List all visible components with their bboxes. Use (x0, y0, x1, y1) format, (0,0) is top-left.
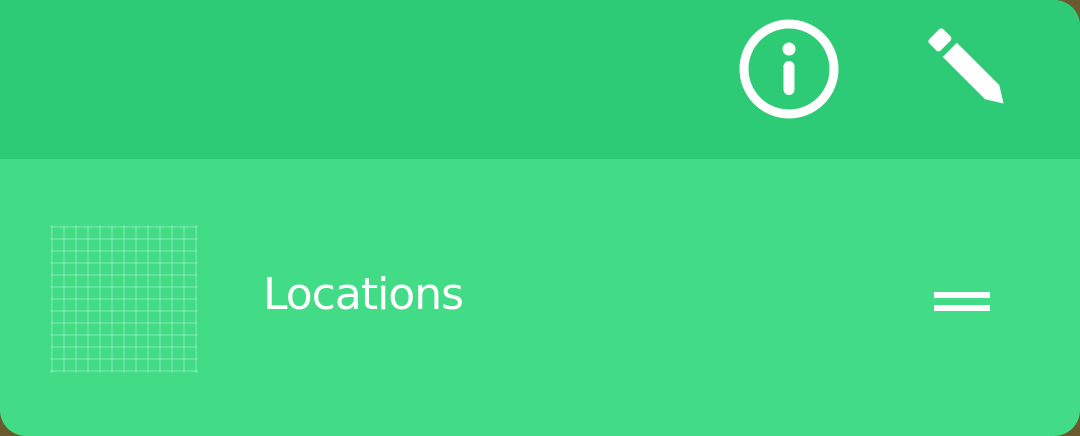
drag-handle-icon (934, 292, 990, 311)
grid-thumbnail-icon (50, 225, 198, 373)
list-item-locations[interactable]: Locations (0, 159, 1080, 436)
locations-card: Locations (0, 0, 1080, 436)
edit-button[interactable] (912, 12, 1030, 130)
info-icon (739, 19, 839, 119)
info-button[interactable] (730, 10, 848, 128)
card-header-bar (0, 0, 1080, 159)
list-item-label: Locations (263, 269, 464, 320)
pencil-icon (928, 28, 1004, 104)
drag-handle[interactable] (924, 277, 1000, 327)
